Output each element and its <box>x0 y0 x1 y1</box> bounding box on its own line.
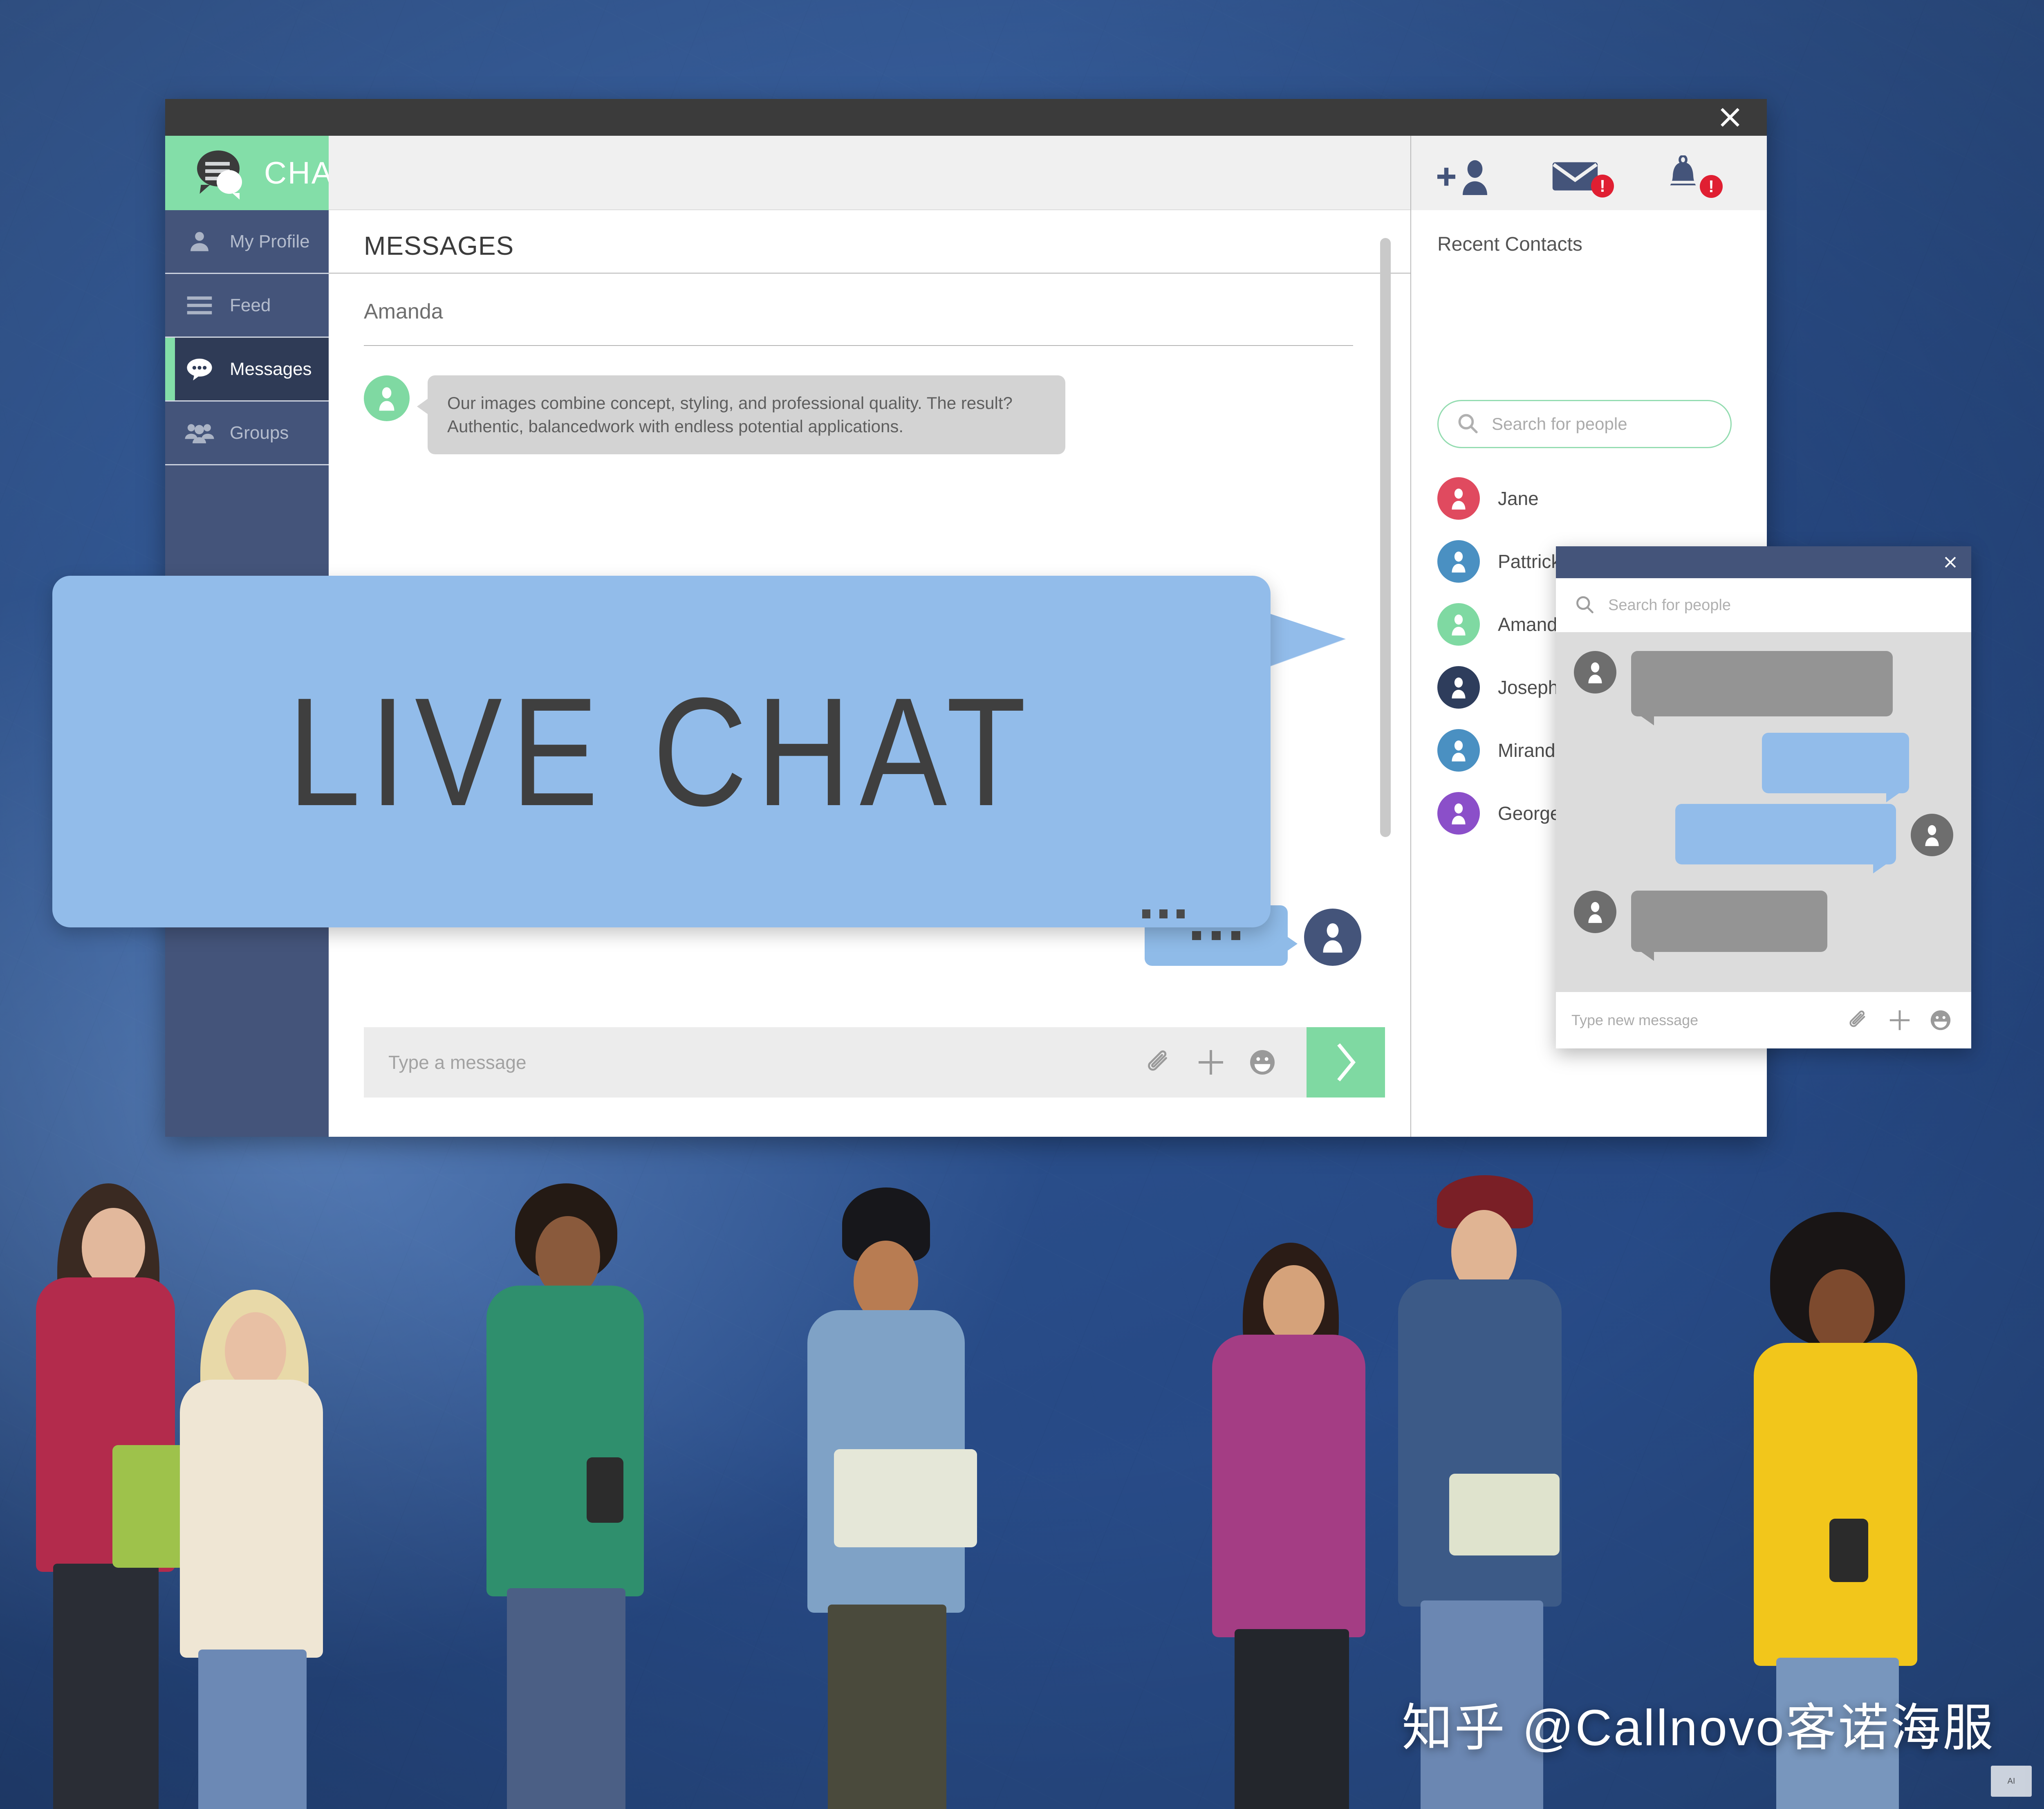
avatar <box>1304 909 1361 966</box>
sidebar-item-label: My Profile <box>230 231 310 251</box>
close-icon[interactable] <box>1718 105 1742 130</box>
smiley-icon[interactable] <box>1925 1005 1956 1035</box>
thread-name: Amanda <box>364 300 443 323</box>
popup-composer-placeholder: Type new message <box>1571 1012 1699 1028</box>
person-silhouette <box>1198 1183 1378 1809</box>
avatar <box>1437 792 1480 835</box>
scrollbar-thumb[interactable] <box>1380 238 1391 837</box>
popup-message-row <box>1574 651 1953 725</box>
sidebar-item-my-profile[interactable]: My Profile <box>165 210 329 274</box>
avatar <box>1437 603 1480 646</box>
brand-header: CHAT <box>165 136 350 210</box>
popup-message-bubble <box>1762 733 1909 802</box>
contacts-toolbar: ! ! <box>1411 136 1767 210</box>
message-composer: Type a message <box>329 1027 1410 1098</box>
popup-message-row <box>1574 891 1953 961</box>
popup-search-placeholder: Search for people <box>1608 596 1731 614</box>
callout-dots <box>1142 909 1185 918</box>
thread-divider <box>364 345 1353 346</box>
avatar <box>1911 814 1953 856</box>
avatar <box>1574 651 1616 694</box>
chat-bubbles-icon <box>197 150 249 200</box>
window-titlebar <box>165 99 1767 136</box>
popup-message-row <box>1574 804 1953 873</box>
live-chat-callout: LIVE CHAT <box>52 576 1271 927</box>
sidebar-item-groups[interactable]: Groups <box>165 402 329 465</box>
avatar <box>1437 477 1480 520</box>
search-icon <box>1456 411 1479 437</box>
message-bubble: Our images combine concept, styling, and… <box>417 375 1065 455</box>
avatar <box>364 375 410 421</box>
avatar <box>1437 540 1480 583</box>
avatar <box>1574 891 1616 933</box>
smiley-icon[interactable] <box>1243 1043 1282 1082</box>
popup-chat-window: Search for people Type new message <box>1556 546 1971 1048</box>
user-icon <box>177 229 222 254</box>
chat-bubble-icon <box>177 357 222 381</box>
popup-message-bubble <box>1631 891 1827 961</box>
contacts-title: Recent Contacts <box>1437 233 1582 255</box>
watermark-text: 知乎 @Callnovo客诺海服 <box>1402 1700 1995 1756</box>
contact-item[interactable]: Jane <box>1437 467 1748 530</box>
popup-titlebar <box>1556 546 1971 578</box>
messages-panel-header <box>329 136 1410 210</box>
status-badge: ! <box>1700 175 1723 198</box>
sidebar-item-label: Feed <box>230 295 271 315</box>
bell-icon[interactable]: ! <box>1661 155 1723 198</box>
search-placeholder: Search for people <box>1492 414 1627 433</box>
message-text: Our images combine concept, styling, and… <box>447 393 1013 436</box>
sidebar-item-messages[interactable]: Messages <box>165 338 329 402</box>
page-title: MESSAGES <box>364 231 514 260</box>
callout-text: LIVE CHAT <box>288 665 1035 838</box>
person-silhouette <box>164 1204 339 1809</box>
paperclip-icon[interactable] <box>1844 1005 1874 1035</box>
message-row: Our images combine concept, styling, and… <box>364 375 1065 455</box>
envelope-icon[interactable]: ! <box>1550 157 1614 198</box>
popup-message-bubble <box>1675 804 1896 873</box>
contact-name: Jane <box>1498 488 1539 509</box>
watermark-logo: AI <box>1991 1766 2032 1797</box>
title-divider <box>329 273 1410 274</box>
search-people-input[interactable]: Search for people <box>1437 400 1732 448</box>
people-group-icon <box>177 422 222 444</box>
popup-search-input[interactable]: Search for people <box>1556 578 1971 632</box>
list-lines-icon <box>177 295 222 316</box>
person-silhouette <box>474 1171 654 1809</box>
plus-icon[interactable] <box>1191 1043 1230 1082</box>
avatar <box>1437 729 1480 772</box>
contact-name: Pattrick <box>1498 551 1561 572</box>
search-icon <box>1574 594 1595 617</box>
popup-composer: Type new message <box>1556 992 1971 1048</box>
contact-name: George <box>1498 803 1561 824</box>
status-badge: ! <box>1591 175 1614 198</box>
popup-message-thread <box>1556 632 1971 992</box>
message-input-wrapper[interactable]: Type a message <box>364 1027 1307 1098</box>
person-silhouette <box>789 1179 981 1809</box>
scrollbar-track[interactable] <box>1380 238 1391 924</box>
sidebar-item-label: Groups <box>230 422 289 443</box>
sidebar-item-feed[interactable]: Feed <box>165 274 329 338</box>
sidebar-item-label: Messages <box>230 359 312 379</box>
message-input-placeholder: Type a message <box>388 1052 527 1073</box>
popup-message-bubble <box>1631 651 1893 725</box>
close-icon[interactable] <box>1943 555 1957 569</box>
contact-name: Joseph <box>1498 677 1559 698</box>
add-person-icon[interactable] <box>1436 157 1501 196</box>
popup-message-row <box>1574 733 1953 802</box>
paperclip-icon[interactable] <box>1140 1043 1179 1082</box>
plus-icon[interactable] <box>1885 1005 1915 1035</box>
send-button[interactable] <box>1307 1027 1385 1098</box>
